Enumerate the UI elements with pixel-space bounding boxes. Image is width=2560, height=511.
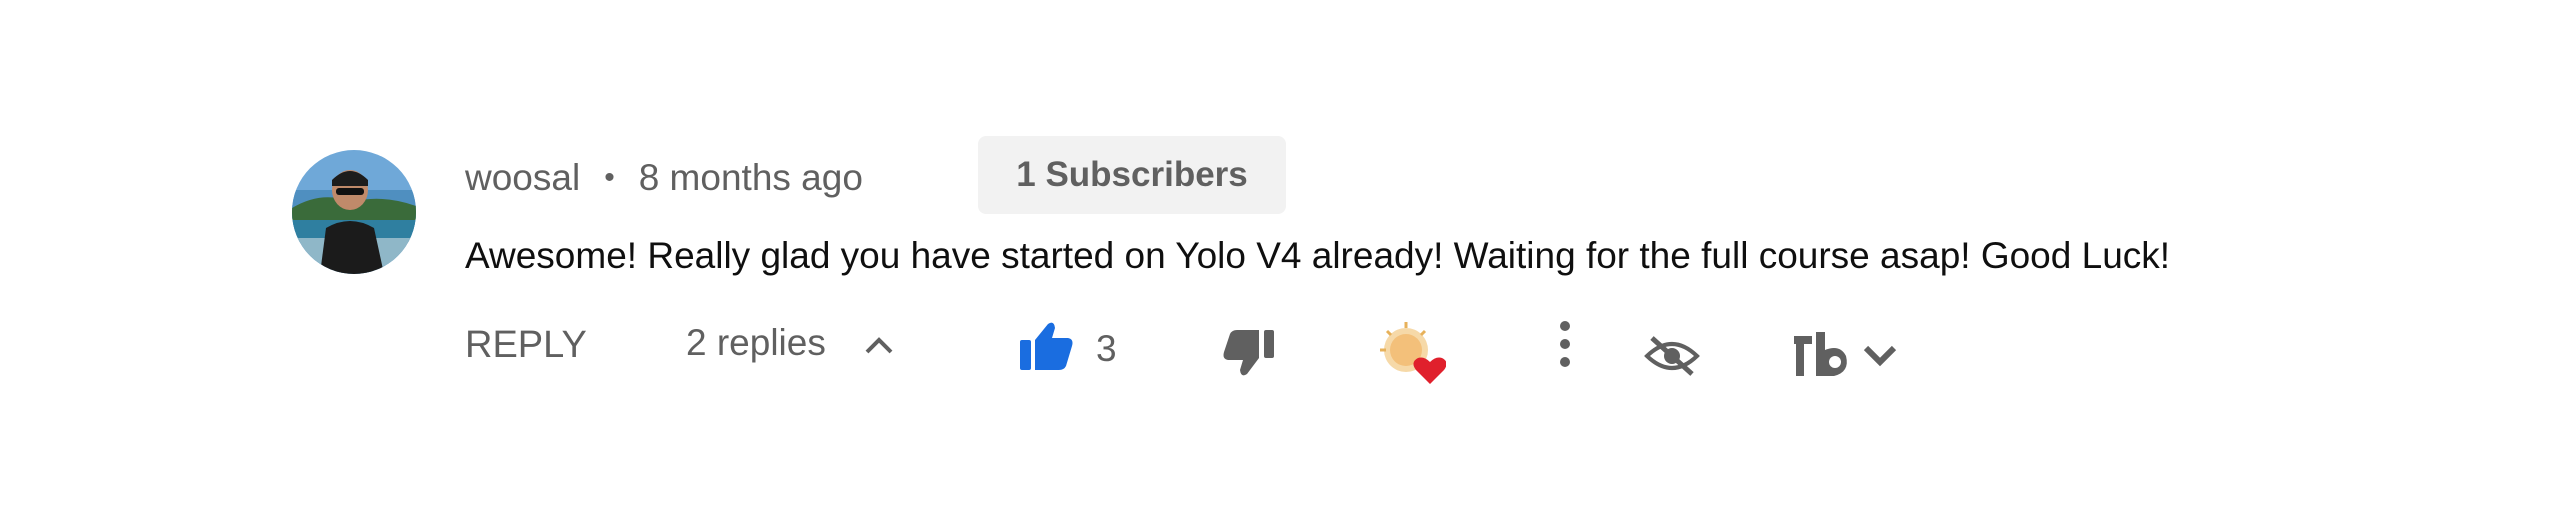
tubebuddy-menu [1794, 332, 1898, 383]
thumbs-down-icon[interactable] [1222, 328, 1276, 383]
comment-actions: REPLY 2 replies 3 [0, 320, 2560, 384]
replies-toggle[interactable]: 2 replies [686, 322, 894, 364]
reply-button[interactable]: REPLY [465, 324, 587, 367]
like-group: 3 [1018, 320, 1117, 377]
comment-time[interactable]: 8 months ago [639, 157, 863, 199]
comment-header: woosal • 8 months ago [465, 157, 863, 199]
dislike-group [1222, 328, 1276, 383]
tubebuddy-icon[interactable] [1794, 332, 1854, 383]
comment-text: Awesome! Really glad you have started on… [465, 235, 2171, 276]
replies-label: 2 replies [686, 322, 826, 363]
chevron-up-icon [864, 322, 894, 364]
thumbs-up-icon[interactable] [1018, 320, 1074, 377]
creator-heart-group [1378, 322, 1447, 389]
author-name[interactable]: woosal [465, 157, 580, 199]
hide-comment [1644, 336, 1700, 381]
creator-heart-icon[interactable] [1378, 322, 1447, 389]
avatar[interactable] [292, 150, 416, 274]
more-vert-icon[interactable] [1555, 320, 1575, 373]
separator-dot: • [604, 161, 615, 194]
chevron-down-icon[interactable] [1862, 343, 1898, 372]
more-actions [1555, 320, 1575, 373]
subscriber-badge: 1 Subscribers [978, 136, 1286, 214]
comment-thread: woosal • 8 months ago 1 Subscribers Awes… [0, 0, 2560, 511]
like-count: 3 [1096, 327, 1117, 369]
hide-icon[interactable] [1644, 336, 1700, 381]
